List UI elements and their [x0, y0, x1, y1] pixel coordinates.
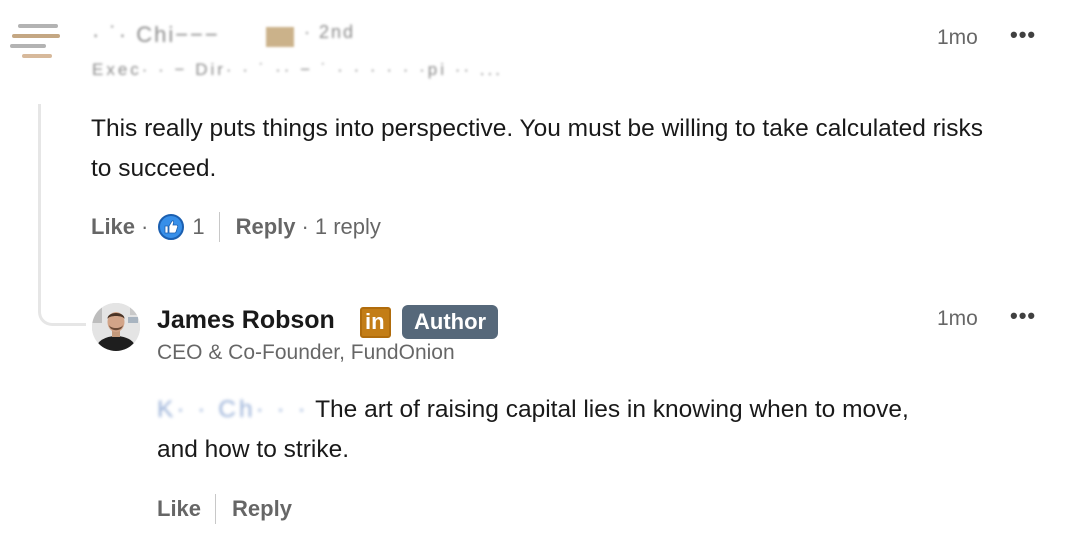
linkedin-icon: in — [360, 307, 391, 338]
separator: · — [141, 214, 149, 239]
more-options-icon[interactable]: ••• — [1010, 303, 1036, 329]
thumbs-up-icon[interactable] — [158, 214, 185, 240]
reaction-count[interactable]: 1 — [192, 214, 204, 240]
linkedin-icon — [266, 27, 294, 47]
commenter-headline-redacted: Exec· · − Dir· · ˙ ·· − ˙ · · · · · ·pi … — [92, 60, 503, 79]
divider — [215, 494, 217, 524]
reply-button[interactable]: Reply — [232, 496, 292, 522]
reply-count-link[interactable]: 1 reply — [315, 214, 381, 240]
reply-timestamp: 1mo — [937, 307, 978, 330]
comment-actions: Like · 1 Reply · 1 reply — [91, 212, 381, 242]
divider — [218, 212, 220, 242]
comment-timestamp: 1mo — [937, 26, 978, 49]
commenter-avatar-redacted[interactable] — [8, 18, 64, 70]
reply-actions: Like Reply — [157, 494, 292, 524]
thread-connector — [38, 104, 86, 326]
avatar[interactable] — [92, 303, 140, 351]
like-button[interactable]: Like — [157, 496, 201, 522]
separator: · — [301, 214, 309, 239]
commenter-name-redacted[interactable]: · ˙· Chi−−− — [92, 22, 220, 48]
connection-degree-redacted: · 2nd — [304, 22, 356, 42]
comment-thread: · ˙· Chi−−− · 2nd Exec· · − Dir· · ˙ ·· … — [0, 0, 1085, 540]
comment-text: This really puts things into perspective… — [91, 115, 983, 182]
reply-text: K· · Ch· · · The art of raising capital … — [157, 390, 1057, 470]
author-name[interactable]: James Robson — [157, 306, 335, 335]
like-button[interactable]: Like — [91, 214, 135, 240]
more-options-icon[interactable]: ••• — [1010, 22, 1036, 48]
author-headline: CEO & Co-Founder, FundOnion — [157, 341, 455, 364]
mention-link-redacted[interactable]: K· · Ch· · · — [157, 390, 309, 430]
reply-button[interactable]: Reply — [236, 214, 296, 240]
author-badge: Author — [402, 305, 499, 339]
